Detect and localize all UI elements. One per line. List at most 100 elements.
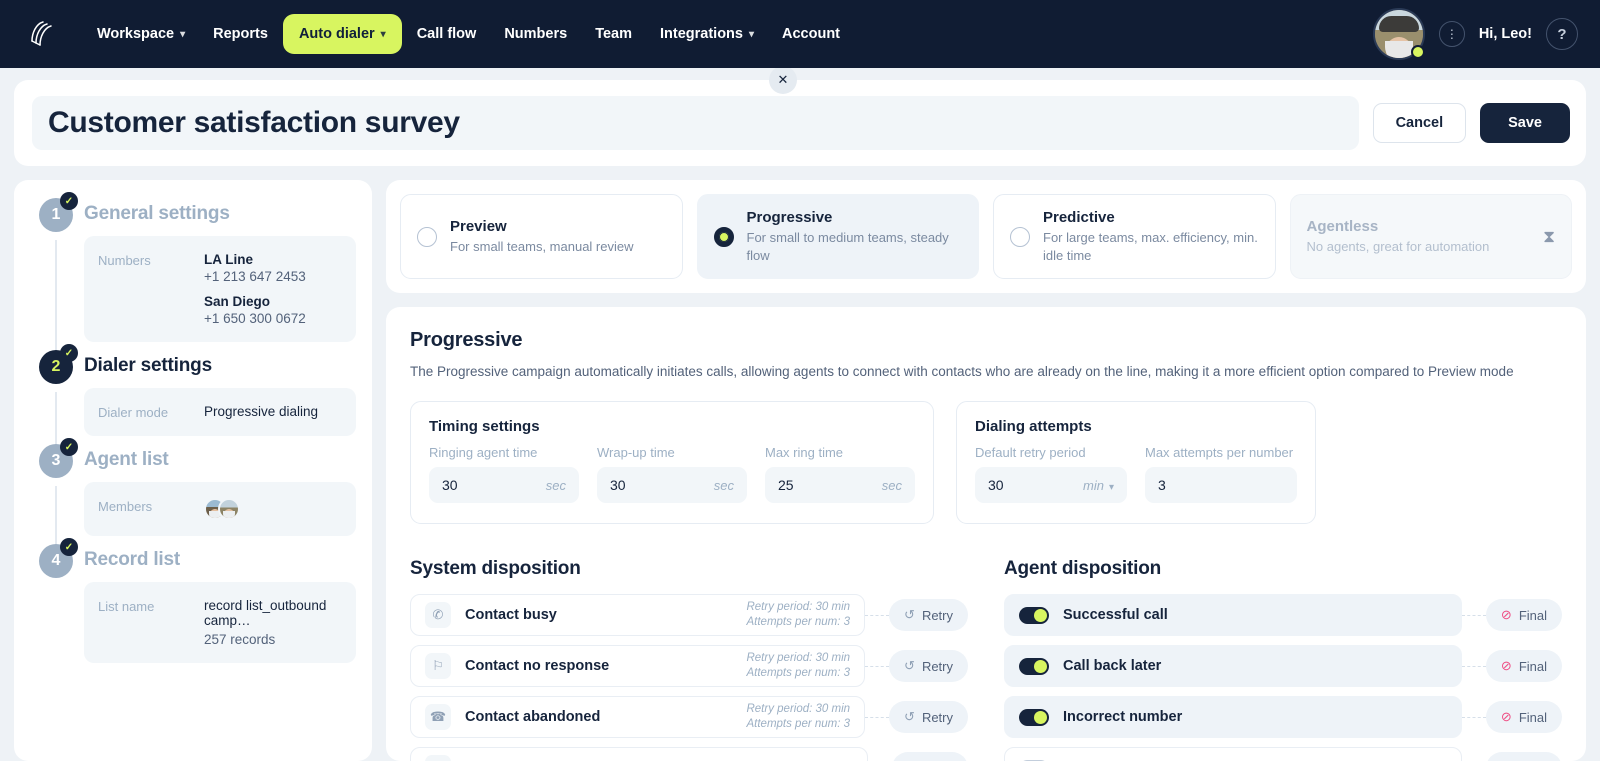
disposition-card-contact-no-response[interactable]: ⚐ Contact no response Retry period: 30 m… [410, 645, 866, 688]
connector-dash [1461, 665, 1486, 667]
help-icon[interactable]: ? [1546, 18, 1578, 50]
badge-final[interactable]: ⊘ Final [1485, 752, 1562, 761]
table-row: Incorrect number ⊘ Final [1004, 696, 1562, 739]
summary-label: Members [98, 499, 153, 514]
nav-label: Workspace [97, 26, 175, 42]
nav-item-call-flow[interactable]: Call flow [404, 16, 490, 52]
connector-dash [1461, 614, 1486, 616]
settings-row: Timing settings Ringing agent time 30 se… [410, 401, 1562, 525]
connector-dash [865, 716, 890, 718]
disposition-meta: Retry period: 30 min Attempts per num: 3 [746, 651, 850, 682]
step-summary-card: Dialer mode Progressive dialing [84, 388, 356, 436]
steps-sidebar: 1 ✓ General settings Numbers LA Line +1 … [14, 180, 372, 761]
field-unit-dropdown[interactable]: min ▾ [1083, 478, 1114, 493]
disposition-meta: Retry period: 30 min Attempts per num: 3 [746, 600, 850, 631]
mode-description: For small teams, manual review [450, 238, 634, 254]
phone-no-response-icon: ⚐ [425, 653, 451, 680]
disposition-name: Call back later [1063, 658, 1162, 675]
sidebar-step-record-list[interactable]: 4 ✓ Record list List name record list_ou… [30, 538, 356, 663]
disposition-card-incorrect-number[interactable]: Incorrect number [1004, 696, 1462, 739]
nav-item-team[interactable]: Team [582, 16, 645, 52]
table-row: ⚑ Invalid number ⊘ Final [410, 747, 968, 761]
avatar[interactable] [1372, 8, 1425, 60]
nav-item-reports[interactable]: Reports [200, 16, 281, 52]
badge-retry[interactable]: ↺ Retry [889, 599, 968, 632]
mode-title: Agentless [1306, 217, 1379, 235]
disposition-meta: Retry period: 30 min Attempts per num: 3 [746, 702, 850, 733]
step-complete-check-icon: ✓ [60, 538, 78, 556]
mode-card-preview[interactable]: Preview For small teams, manual review [400, 194, 683, 280]
radio-preview[interactable] [417, 226, 437, 247]
toggle-successful-call[interactable] [1019, 606, 1049, 624]
badge-final[interactable]: ⊘ Final [891, 752, 968, 761]
badge-final[interactable]: ⊘ Final [1485, 599, 1562, 632]
mode-description: For large teams, max. efficiency, min. i… [1043, 230, 1258, 263]
default-retry-period-input[interactable]: 30 min ▾ [975, 467, 1127, 504]
wrap-up-time-input[interactable]: 30 sec [597, 467, 747, 504]
sidebar-step-agent-list[interactable]: 3 ✓ Agent list Members [30, 438, 356, 566]
field-wrap-up-time: Wrap-up time 30 sec [597, 445, 747, 504]
badge-final[interactable]: ⊘ Final [1485, 701, 1562, 734]
badge-retry[interactable]: ↺ Retry [889, 701, 968, 734]
nav-items: Workspace ▾ Reports Auto dialer ▾ Call f… [84, 14, 853, 54]
more-options-icon[interactable]: ⋮ [1438, 21, 1465, 47]
top-navigation-bar: Workspace ▾ Reports Auto dialer ▾ Call f… [0, 0, 1600, 68]
nav-item-numbers[interactable]: Numbers [491, 16, 580, 52]
table-row: ✆ Contact busy Retry period: 30 min Atte… [410, 594, 968, 637]
disposition-card-contact-abandoned[interactable]: ☎ Contact abandoned Retry period: 30 min… [410, 696, 866, 739]
number-value: +1 650 300 0672 [204, 311, 306, 326]
member-avatar [218, 498, 240, 520]
badge-retry[interactable]: ↺ Retry [889, 650, 968, 683]
phone-invalid-icon: ⚑ [425, 755, 451, 761]
disposition-card-successful-call[interactable]: Successful call [1004, 594, 1462, 637]
radio-progressive[interactable] [713, 226, 734, 247]
connector-dash [1461, 716, 1486, 718]
mode-title: Predictive [1043, 209, 1115, 226]
app-logo-icon[interactable] [24, 17, 58, 51]
badge-label: Final [1518, 607, 1547, 623]
member-avatars[interactable] [204, 498, 240, 520]
save-button[interactable]: Save [1480, 103, 1570, 143]
retry-period: Retry period: 30 min [746, 600, 851, 613]
retry-icon: ↺ [904, 607, 915, 623]
table-row: Call back later ⊘ Final [1004, 645, 1562, 688]
sidebar-step-dialer-settings[interactable]: 2 ✓ Dialer settings Dialer mode Progress… [30, 344, 356, 466]
step-complete-check-icon: ✓ [60, 192, 78, 210]
sidebar-step-general-settings[interactable]: 1 ✓ General settings Numbers LA Line +1 … [30, 192, 356, 372]
badge-final[interactable]: ⊘ Final [1485, 650, 1562, 683]
nav-item-integrations[interactable]: Integrations ▾ [647, 16, 767, 52]
disposition-card-invalid-number[interactable]: ⚑ Invalid number [410, 747, 868, 761]
close-icon[interactable]: ✕ [769, 66, 797, 94]
ringing-agent-time-input[interactable]: 30 sec [429, 467, 579, 504]
summary-value: LA Line +1 213 647 2453 San Diego +1 650… [204, 252, 306, 326]
greeting-text: Hi, Leo! [1478, 26, 1532, 42]
final-icon: ⊘ [1500, 607, 1512, 623]
mode-card-predictive[interactable]: Predictive For large teams, max. efficie… [993, 194, 1276, 280]
field-ringing-agent-time: Ringing agent time 30 sec [429, 445, 579, 504]
disposition-card-contact-busy[interactable]: ✆ Contact busy Retry period: 30 min Atte… [410, 594, 866, 637]
field-unit: sec [713, 477, 734, 493]
mode-card-progressive[interactable]: Progressive For small to medium teams, s… [696, 194, 979, 280]
attempts-per-num: Attempts per num: 3 [746, 616, 851, 629]
badge-label: Retry [921, 607, 953, 623]
summary-value: record list_outbound camp… 257 records [204, 598, 342, 647]
disposition-card-not-interested[interactable]: Not interested [1004, 747, 1462, 761]
step-complete-check-icon: ✓ [60, 438, 78, 456]
radio-predictive[interactable] [1010, 226, 1030, 247]
toggle-call-back-later[interactable] [1019, 657, 1049, 675]
field-unit: sec [881, 477, 902, 493]
cancel-button[interactable]: Cancel [1372, 103, 1467, 143]
campaign-name-input[interactable]: Customer satisfaction survey [32, 96, 1359, 150]
phone-busy-icon: ✆ [425, 602, 451, 629]
step-title: Agent list [84, 449, 169, 470]
nav-item-auto-dialer[interactable]: Auto dialer ▾ [282, 14, 402, 54]
toggle-incorrect-number[interactable] [1019, 708, 1049, 726]
nav-item-workspace[interactable]: Workspace ▾ [84, 16, 198, 52]
field-value: 30 [610, 477, 626, 494]
retry-icon: ↺ [904, 658, 915, 674]
nav-label: Account [782, 26, 841, 42]
nav-item-account[interactable]: Account [769, 16, 853, 52]
disposition-card-call-back-later[interactable]: Call back later [1004, 645, 1462, 688]
max-ring-time-input[interactable]: 25 sec [765, 467, 915, 504]
max-attempts-input[interactable]: 3 [1145, 467, 1297, 504]
